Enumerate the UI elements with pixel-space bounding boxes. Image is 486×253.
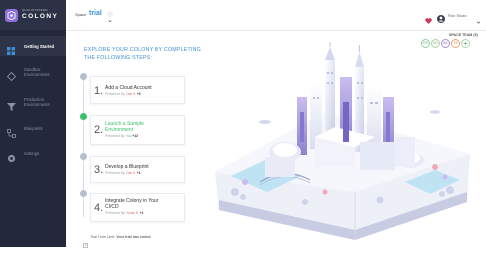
step-status-pending-icon bbox=[80, 73, 87, 85]
colony-logo-icon bbox=[5, 9, 18, 22]
sidebar-item-label: Getting Started bbox=[24, 43, 55, 49]
blueprint-icon bbox=[7, 125, 16, 143]
space-team-label: SPACE TEAM (9) bbox=[449, 33, 478, 37]
step-performed-by: Performed By: You +12 bbox=[105, 134, 138, 138]
step-card-1[interactable]: 1. Add a Cloud Account Performed By: Dan… bbox=[90, 76, 185, 104]
step-performed-by: Performed By: Dan S. +3 bbox=[105, 92, 141, 96]
sidebar-item-production[interactable]: Production Environments bbox=[0, 92, 66, 114]
space-label: Space bbox=[75, 12, 87, 17]
logo-company: QUALISYSTEMS bbox=[22, 8, 48, 12]
step-number: 3. bbox=[94, 164, 104, 176]
step-performed-by: Performed By: Yonan E. +1 bbox=[105, 211, 144, 215]
sidebar-item-getting-started[interactable]: Getting Started bbox=[0, 36, 66, 56]
step-performed-by: Performed By: Dan S. +1 bbox=[105, 171, 141, 175]
gear-icon bbox=[7, 150, 16, 168]
sidebar-item-blueprints[interactable]: Blueprints bbox=[0, 122, 66, 138]
colony-city-illustration bbox=[205, 42, 480, 247]
user-avatar-icon[interactable] bbox=[437, 10, 445, 28]
step-status-pending-icon bbox=[80, 190, 87, 202]
diamond-icon bbox=[6, 68, 17, 86]
heart-icon[interactable] bbox=[425, 11, 432, 29]
step-status-pending-icon bbox=[80, 153, 87, 165]
step-number: 4. bbox=[94, 202, 104, 214]
chevron-down-icon[interactable] bbox=[476, 12, 481, 30]
step-card-2[interactable]: 2. Launch a Sample Environment Performed … bbox=[90, 115, 185, 145]
step-status-done-icon bbox=[80, 113, 87, 125]
sidebar-item-label: Sandbox Environments bbox=[24, 67, 50, 78]
trial-status: Trial Time Limit: Your trial has ended bbox=[90, 235, 151, 239]
step-card-3[interactable]: 3. Develop a Blueprint Performed By: Dan… bbox=[90, 156, 185, 183]
grid-icon bbox=[7, 42, 15, 60]
logo-text: COLONY bbox=[22, 13, 59, 20]
space-selector[interactable]: trial bbox=[89, 10, 102, 17]
top-bar: Space trial Ron Sloan bbox=[66, 0, 486, 31]
sidebar: QUALISYSTEMS COLONY Getting Started Sand… bbox=[0, 0, 66, 247]
chevron-down-icon[interactable] bbox=[107, 11, 113, 23]
app-logo[interactable]: QUALISYSTEMS COLONY bbox=[0, 0, 66, 30]
heading-line-1: EXPLORE YOUR COLONY BY COMPLETING bbox=[84, 47, 201, 53]
sidebar-item-label: Settings bbox=[24, 151, 40, 156]
page-heading: EXPLORE YOUR COLONY BY COMPLETING THE FO… bbox=[84, 47, 201, 62]
step-title: Add a Cloud Account bbox=[105, 85, 152, 91]
clock-icon bbox=[83, 235, 88, 253]
sidebar-item-label: Production Environments bbox=[24, 97, 50, 108]
sidebar-item-settings[interactable]: Settings bbox=[0, 147, 66, 163]
step-title: Integrate Colony in Your CI/CD bbox=[105, 198, 159, 210]
step-number: 2. bbox=[94, 124, 104, 136]
user-name[interactable]: Ron Sloan bbox=[448, 13, 467, 18]
funnel-icon bbox=[7, 98, 16, 116]
sidebar-item-sandbox[interactable]: Sandbox Environments bbox=[0, 62, 66, 84]
heading-line-2: THE FOLLOWING STEPS: bbox=[84, 54, 153, 61]
step-number: 1. bbox=[94, 85, 104, 97]
step-title: Launch a Sample Environment bbox=[105, 121, 144, 133]
sidebar-item-label: Blueprints bbox=[24, 126, 43, 131]
step-card-4[interactable]: 4. Integrate Colony in Your CI/CD Perform… bbox=[90, 193, 185, 222]
step-title: Develop a Blueprint bbox=[105, 164, 149, 170]
